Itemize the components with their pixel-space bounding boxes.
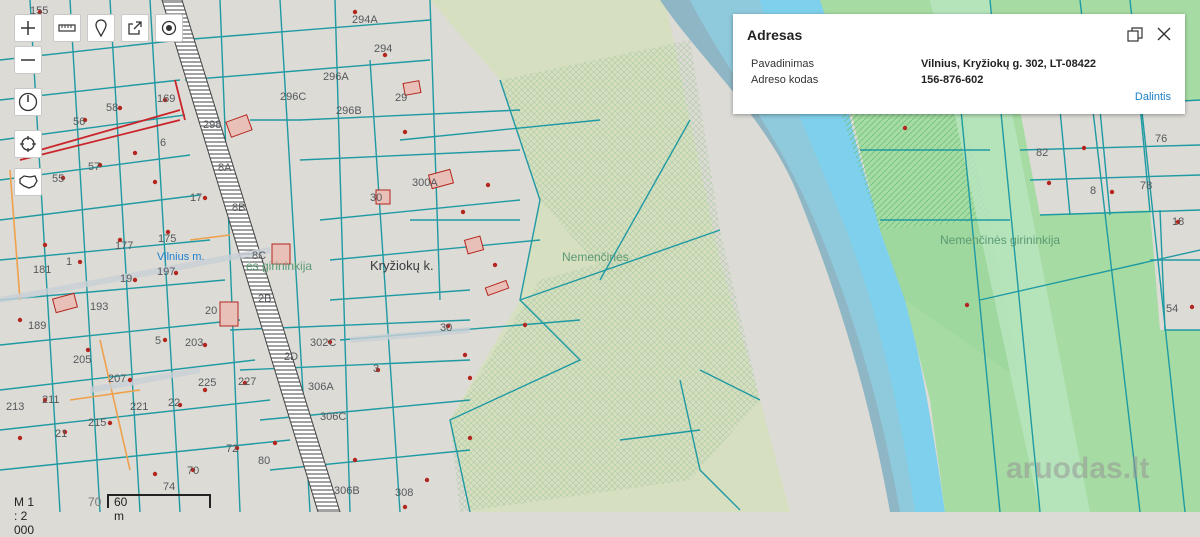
crosshair-icon [20, 136, 36, 152]
label-207: 207 [108, 373, 126, 385]
label-225: 225 [198, 377, 216, 389]
label-17: 17 [190, 192, 202, 204]
label-221: 221 [130, 401, 148, 413]
share-link[interactable]: Dalintis [1135, 91, 1171, 103]
zoom-out-button[interactable] [14, 46, 42, 74]
scale-distance: 60 m [114, 495, 128, 523]
label-54: 54 [1166, 303, 1178, 315]
label-211: 211 [42, 394, 60, 406]
lithuania-map-icon [19, 175, 38, 189]
label-215: 215 [88, 417, 106, 429]
marker-button[interactable] [87, 14, 115, 42]
popup-label-code: Adreso kodas [751, 74, 819, 86]
label-193: 193 [90, 301, 108, 313]
scale-ratio: M 1 : 2 000 [14, 495, 35, 537]
zoom-in-button[interactable] [14, 14, 42, 42]
label-70: 70 [187, 465, 199, 477]
popup-label-name: Pavadinimas [751, 58, 814, 70]
ruler-icon [58, 24, 76, 32]
label-21: 21 [55, 428, 67, 440]
label-22: 22 [168, 397, 180, 409]
label-76: 76 [1155, 133, 1167, 145]
label-8A: 8A [218, 162, 232, 174]
label-203: 203 [185, 337, 203, 349]
label-175: 175 [158, 233, 176, 245]
label-18: 18 [1172, 216, 1184, 228]
label-5: 5 [155, 335, 161, 347]
label-30: 30 [370, 192, 382, 204]
popup-value-name: Vilnius, Kryžiokų g. 302, LT-08422 [921, 58, 1097, 70]
label-169: 169 [157, 93, 175, 105]
label-189: 189 [28, 320, 46, 332]
maximize-icon[interactable] [1127, 27, 1143, 48]
label-19: 19 [120, 273, 132, 285]
share-icon [128, 21, 142, 35]
label-3: 3 [373, 363, 379, 375]
label-57: 57 [88, 161, 100, 173]
label-6: 6 [160, 137, 166, 149]
popup-title: Adresas [747, 27, 803, 43]
label-294: 294 [374, 43, 392, 55]
label-56: 56 [73, 116, 85, 128]
label-8B: 8B [232, 202, 245, 214]
gps-button[interactable] [14, 130, 42, 158]
label-296A: 296A [323, 71, 349, 83]
label-74: 74 [163, 481, 175, 493]
label-227: 227 [238, 376, 256, 388]
target-icon [161, 20, 177, 36]
place-girininkija-left: ės girininkija [246, 259, 312, 273]
place-vilnius: Vilnius m. [157, 251, 204, 263]
label-72: 72 [226, 443, 238, 455]
label-306C: 306C [320, 411, 346, 423]
label-2B: 2B [258, 293, 271, 305]
label-82: 82 [1036, 147, 1048, 159]
label-308: 308 [395, 487, 413, 499]
label-181: 181 [33, 264, 51, 276]
area-button[interactable] [14, 168, 42, 196]
label-29: 29 [395, 92, 407, 104]
close-icon[interactable] [1157, 27, 1171, 46]
label-296C: 296C [280, 91, 306, 103]
label-213: 213 [6, 401, 24, 413]
label-1: 1 [66, 256, 72, 268]
label-80: 80 [258, 455, 270, 467]
compass-button[interactable] [14, 88, 42, 116]
share-button[interactable] [121, 14, 149, 42]
pin-icon [95, 19, 107, 37]
watermark: aruodas.lt [1006, 452, 1150, 485]
label-302C: 302C [310, 337, 336, 349]
label-294A: 294A [352, 14, 378, 26]
label-55: 55 [52, 173, 64, 185]
place-nemencines: Nemenčinės [562, 250, 629, 264]
compass-icon [18, 92, 38, 112]
place-kryziokai: Kryžiokų k. [370, 258, 434, 273]
minus-icon [21, 59, 35, 61]
locate-button[interactable] [155, 14, 183, 42]
label-20: 20 [205, 305, 217, 317]
label-306B: 306B [334, 485, 360, 497]
label-205: 205 [73, 354, 91, 366]
label-298: 298 [203, 119, 221, 131]
measure-button[interactable] [53, 14, 81, 42]
plus-icon [21, 21, 35, 35]
label-58: 58 [106, 102, 118, 114]
label-306A: 306A [308, 381, 334, 393]
label-8: 8 [1090, 185, 1096, 197]
place-girininkija-right: Nemenčinės girininkija [940, 233, 1060, 247]
popup-value-code: 156-876-602 [921, 74, 984, 86]
label-2D: 2D [284, 351, 298, 363]
label-78: 78 [1140, 180, 1152, 192]
address-popup: Adresas Pavadinimas Vilnius, Kryžiokų g.… [733, 14, 1185, 114]
label-177: 177 [115, 240, 133, 252]
label-296B: 296B [336, 105, 362, 117]
scale-small: 70 [88, 495, 102, 509]
label-300A: 300A [412, 177, 438, 189]
label-197: 197 [157, 266, 175, 278]
label-30b: 30 [440, 322, 452, 334]
